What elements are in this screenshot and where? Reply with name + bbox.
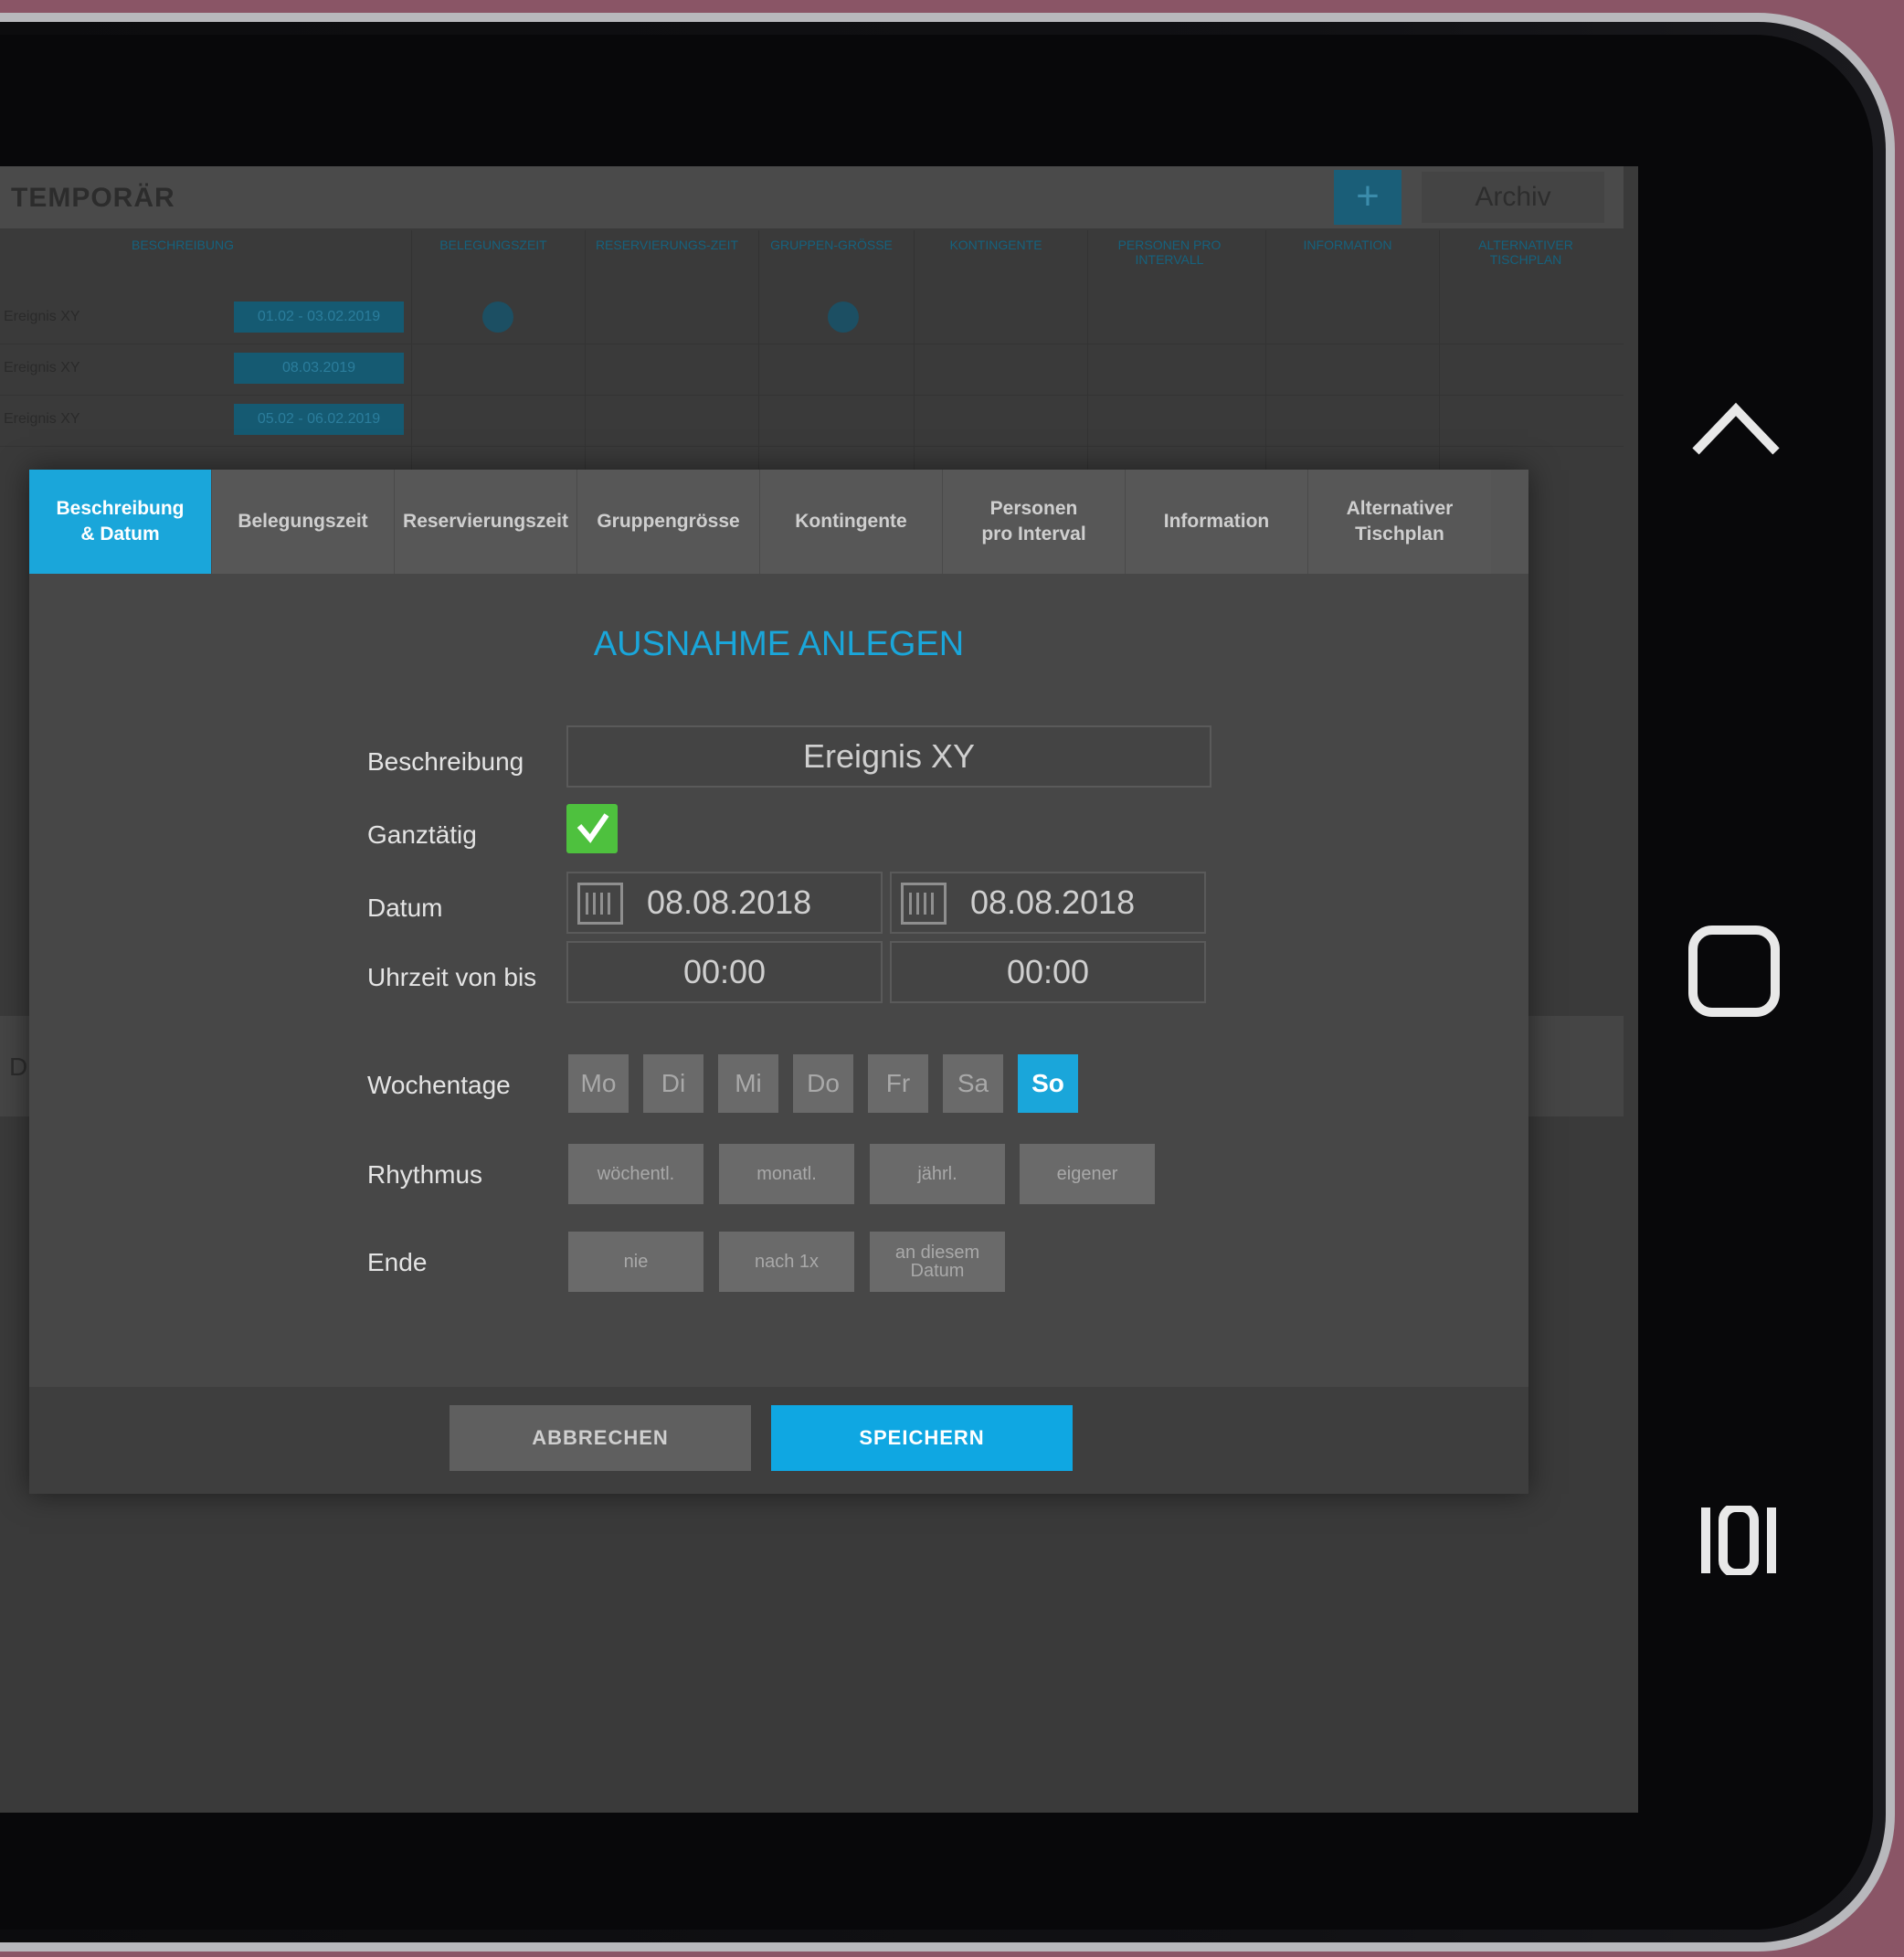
date-chip: 05.02 - 06.02.2019	[234, 404, 404, 435]
datum-from-value: 08.08.2018	[647, 883, 812, 921]
ende-on-date-button[interactable]: an diesem Datum	[870, 1232, 1005, 1292]
column-header: BELEGUNGSZEIT	[439, 238, 547, 252]
ende-label: Ende	[367, 1248, 428, 1276]
day-button-mi[interactable]: Mi	[718, 1054, 778, 1113]
column-header: BESCHREIBUNG	[131, 238, 235, 252]
calendar-icon[interactable]	[577, 883, 623, 925]
date-chip: 08.03.2019	[234, 353, 404, 384]
rhythmus-monthly-button[interactable]: monatl.	[719, 1144, 854, 1204]
tablet-screen: TEMPORÄR + Archiv BESCHREIBUNG BELEGUNGS…	[0, 166, 1638, 1813]
save-button[interactable]: SPEICHERN	[771, 1405, 1073, 1471]
section-label: D	[9, 1053, 28, 1081]
row-label: Ereignis XY	[4, 309, 80, 324]
table-row[interactable]: Ereignis XY 05.02 - 06.02.2019	[0, 397, 1624, 447]
calendar-icon[interactable]	[901, 883, 947, 925]
tab-gruppengroesse[interactable]: Gruppengrösse	[577, 470, 760, 574]
rhythmus-label: Rhythmus	[367, 1160, 483, 1189]
datum-label: Datum	[367, 894, 443, 922]
row-label: Ereignis XY	[4, 360, 80, 376]
background-header: TEMPORÄR + Archiv	[0, 166, 1624, 228]
home-square-icon[interactable]	[1688, 926, 1780, 1017]
dialog-tabs: Beschreibung & Datum Belegungszeit Reser…	[29, 470, 1528, 574]
table-row[interactable]: Ereignis XY 01.02 - 03.02.2019	[0, 294, 1624, 344]
uhrzeit-to-input[interactable]: 00:00	[890, 941, 1206, 1003]
column-header: INFORMATION	[1303, 238, 1392, 252]
tab-alternativer-tischplan[interactable]: Alternativer Tischplan	[1308, 470, 1491, 574]
add-button[interactable]: +	[1334, 170, 1402, 225]
tab-information[interactable]: Information	[1126, 470, 1308, 574]
day-button-sa[interactable]: Sa	[943, 1054, 1003, 1113]
column-header: ALTERNATIVER TISCHPLAN	[1478, 238, 1573, 267]
tab-beschreibung-datum[interactable]: Beschreibung & Datum	[29, 470, 212, 574]
chevron-up-icon[interactable]	[1690, 402, 1782, 457]
status-dot-icon	[482, 301, 513, 333]
day-button-so[interactable]: So	[1018, 1054, 1078, 1113]
beschreibung-input[interactable]: Ereignis XY	[566, 725, 1211, 788]
day-button-di[interactable]: Di	[643, 1054, 703, 1113]
column-header: PERSONEN PRO INTERVALL	[1117, 238, 1222, 267]
rhythmus-custom-button[interactable]: eigener	[1020, 1144, 1155, 1204]
tab-reservierungszeit[interactable]: Reservierungszeit	[395, 470, 577, 574]
cancel-button[interactable]: ABBRECHEN	[450, 1405, 751, 1471]
column-header: KONTINGENTE	[949, 238, 1042, 252]
exception-dialog: Beschreibung & Datum Belegungszeit Reser…	[29, 470, 1528, 1494]
datum-to-value: 08.08.2018	[970, 883, 1136, 921]
dialog-footer: ABBRECHEN SPEICHERN	[29, 1387, 1528, 1494]
day-button-do[interactable]: Do	[793, 1054, 853, 1113]
rhythmus-weekly-button[interactable]: wöchentl.	[568, 1144, 703, 1204]
datum-from-field[interactable]: 08.08.2018	[566, 872, 883, 934]
background-title: TEMPORÄR	[11, 183, 175, 213]
column-header: GRUPPEN-GRÖSSE	[770, 238, 893, 252]
background-table-header: BESCHREIBUNG BELEGUNGSZEIT RESERVIERUNGS…	[0, 230, 1624, 285]
date-chip: 01.02 - 03.02.2019	[234, 301, 404, 333]
ganztaegig-label: Ganztätig	[367, 820, 477, 849]
beschreibung-label: Beschreibung	[367, 747, 524, 776]
status-dot-icon	[828, 301, 859, 333]
checkmark-icon	[576, 813, 609, 843]
datum-to-field[interactable]: 08.08.2018	[890, 872, 1206, 934]
uhrzeit-from-input[interactable]: 00:00	[566, 941, 883, 1003]
uhrzeit-label: Uhrzeit von bis	[367, 963, 537, 991]
ende-never-button[interactable]: nie	[568, 1232, 703, 1292]
tab-personen-pro-interval[interactable]: Personen pro Interval	[943, 470, 1126, 574]
tab-belegungszeit[interactable]: Belegungszeit	[212, 470, 395, 574]
wochentage-label: Wochentage	[367, 1071, 511, 1099]
rhythmus-yearly-button[interactable]: jährl.	[870, 1144, 1005, 1204]
day-button-fr[interactable]: Fr	[868, 1054, 928, 1113]
tab-kontingente[interactable]: Kontingente	[760, 470, 943, 574]
archive-button[interactable]: Archiv	[1422, 172, 1604, 223]
dialog-title: AUSNAHME ANLEGEN	[593, 625, 965, 663]
ganztaegig-checkbox[interactable]	[566, 804, 618, 853]
column-header: RESERVIERUNGS-ZEIT	[595, 238, 739, 252]
recent-apps-icon[interactable]	[1698, 1506, 1780, 1575]
day-button-mo[interactable]: Mo	[568, 1054, 629, 1113]
row-label: Ereignis XY	[4, 411, 80, 427]
table-row[interactable]: Ereignis XY 08.03.2019	[0, 345, 1624, 396]
ende-after-once-button[interactable]: nach 1x	[719, 1232, 854, 1292]
